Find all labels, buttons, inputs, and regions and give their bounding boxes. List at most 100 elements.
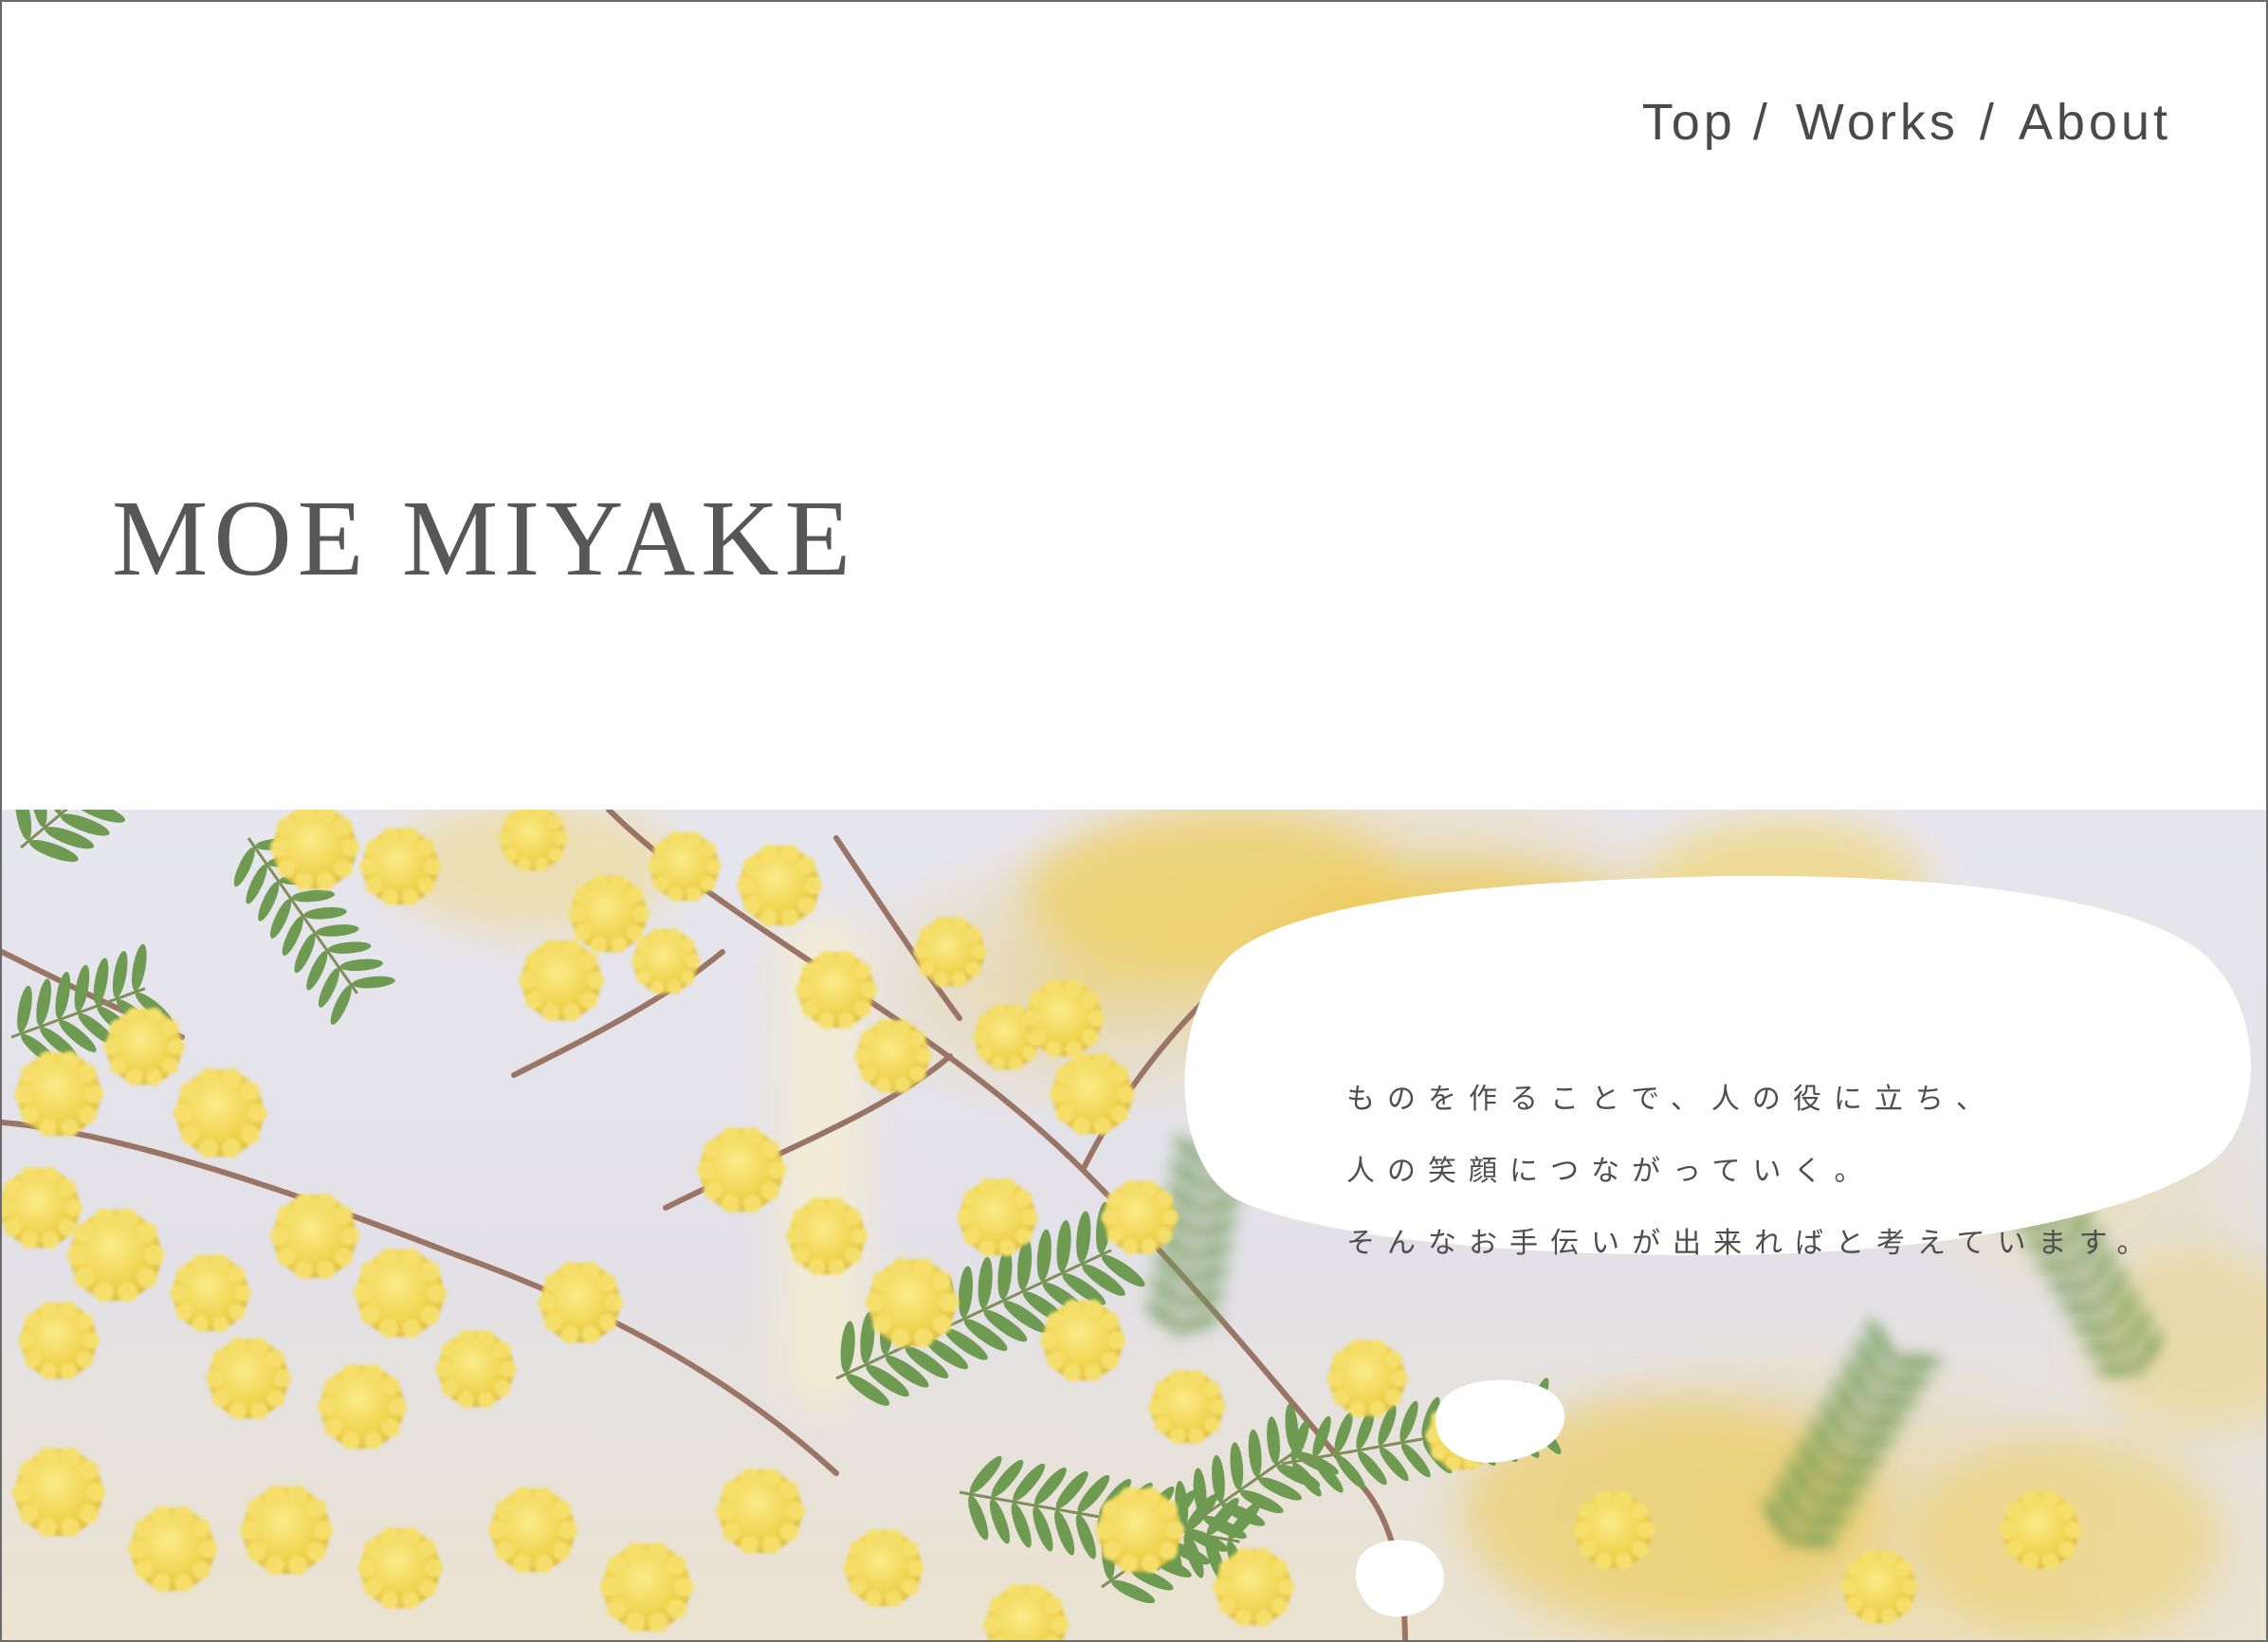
flower-fuzz xyxy=(1165,1521,1185,1540)
mimosa-flower xyxy=(357,1526,443,1610)
flower-fuzz xyxy=(1861,1608,1878,1625)
flower-fuzz xyxy=(2005,1503,2023,1520)
flower-fuzz xyxy=(58,1218,77,1237)
flower-fuzz xyxy=(239,1520,260,1541)
flower-fuzz xyxy=(872,1270,892,1291)
flower-fuzz xyxy=(704,1181,722,1200)
flower-fuzz xyxy=(269,838,289,857)
nav-about-link[interactable]: About xyxy=(2019,93,2171,152)
flower-fuzz xyxy=(779,1523,798,1542)
flower-fuzz xyxy=(562,939,581,958)
flower-fuzz xyxy=(388,1397,408,1416)
flower-fuzz xyxy=(2000,1522,2017,1539)
mimosa-flower xyxy=(631,928,701,994)
flower-fuzz xyxy=(962,1228,980,1245)
flower-fuzz xyxy=(170,1285,187,1302)
flower-fuzz xyxy=(76,1351,94,1368)
flower-fuzz xyxy=(228,1266,246,1283)
flower-fuzz xyxy=(1107,1191,1124,1208)
flower-fuzz xyxy=(860,981,877,998)
flower-fuzz xyxy=(933,916,949,932)
flower-fuzz xyxy=(3,1218,22,1237)
flower-fuzz xyxy=(625,1542,646,1561)
mimosa-flower xyxy=(170,1253,251,1333)
flower-fuzz xyxy=(632,905,649,922)
flower-fuzz xyxy=(991,1004,1006,1018)
flower-fuzz xyxy=(229,1337,247,1356)
flower-fuzz xyxy=(1101,1209,1118,1226)
flower-fuzz xyxy=(2064,1522,2081,1539)
flower-fuzz xyxy=(1188,1428,1205,1445)
flower-fuzz xyxy=(1895,1596,1912,1614)
flower-fuzz xyxy=(1203,1380,1220,1397)
flower-fuzz xyxy=(844,1247,862,1264)
flower-fuzz xyxy=(909,1066,926,1083)
flower-fuzz xyxy=(498,830,513,846)
flower-fuzz xyxy=(357,1559,375,1578)
flower-fuzz xyxy=(249,1401,268,1420)
flower-fuzz xyxy=(1119,1554,1139,1574)
flower-fuzz xyxy=(277,1206,296,1225)
flower-fuzz xyxy=(560,1261,579,1280)
flower-fuzz xyxy=(875,1077,892,1094)
hero-message-line: 人の笑顔につながっていく。 xyxy=(1346,1155,1875,1188)
flower-fuzz xyxy=(1203,1416,1220,1433)
flower-fuzz xyxy=(41,1166,60,1185)
flower-fuzz xyxy=(11,1482,32,1503)
leaflet xyxy=(352,976,395,989)
flower-fuzz xyxy=(79,1460,99,1481)
flower-fuzz xyxy=(401,1319,422,1339)
flower-fuzz xyxy=(890,1328,911,1348)
flower-fuzz xyxy=(1045,1040,1063,1058)
page: Top / Works / About MOE MIYAKE ものを作ることで、… xyxy=(0,0,2268,1642)
flower-fuzz xyxy=(581,1261,600,1280)
flower-fuzz xyxy=(1046,1351,1065,1370)
flower-fuzz xyxy=(425,1559,443,1578)
flower-fuzz xyxy=(1156,1191,1173,1208)
nav-top-link[interactable]: Top xyxy=(1642,93,1736,152)
flower-fuzz xyxy=(1169,1428,1186,1445)
flower-fuzz xyxy=(786,1228,803,1245)
flower-fuzz xyxy=(240,1081,260,1102)
flower-fuzz xyxy=(118,1208,138,1229)
flower-fuzz xyxy=(1348,1400,1366,1418)
flower-fuzz xyxy=(363,1431,383,1450)
flower-fuzz xyxy=(19,1460,39,1481)
flower-fuzz xyxy=(865,1528,883,1546)
flower-fuzz xyxy=(1861,1549,1878,1566)
flower-fuzz xyxy=(1021,1209,1038,1226)
leaflet xyxy=(36,978,51,1026)
leaflet xyxy=(131,943,147,992)
flower-fuzz xyxy=(287,1485,308,1505)
flower-fuzz xyxy=(1081,1029,1099,1046)
flower-fuzz xyxy=(1027,1583,1046,1602)
flower-fuzz xyxy=(1015,1228,1033,1245)
nav-works-link[interactable]: Works xyxy=(1796,93,1959,152)
mimosa-flower xyxy=(2,1166,82,1250)
leaflet xyxy=(1859,1414,1908,1429)
flower-fuzz xyxy=(168,1038,185,1055)
flower-fuzz xyxy=(828,1196,846,1214)
flower-fuzz xyxy=(648,1542,668,1561)
mimosa-flower xyxy=(66,1208,165,1303)
flower-fuzz xyxy=(668,886,684,903)
flower-fuzz xyxy=(901,1541,919,1558)
flower-fuzz xyxy=(1254,1547,1272,1565)
flower-fuzz xyxy=(626,886,644,903)
flower-fuzz xyxy=(1332,1351,1350,1368)
main-nav: Top / Works / About xyxy=(1642,93,2171,152)
flower-fuzz xyxy=(965,927,981,942)
flower-fuzz xyxy=(1141,1487,1161,1506)
mimosa-flower xyxy=(206,1337,291,1420)
flower-fuzz xyxy=(1445,1455,1461,1471)
flower-fuzz xyxy=(1084,1363,1103,1382)
leaflet xyxy=(1267,1416,1280,1465)
flower-fuzz xyxy=(192,1560,210,1579)
flower-fuzz xyxy=(590,936,608,954)
flower-fuzz xyxy=(137,1268,157,1288)
flower-fuzz xyxy=(1154,1380,1171,1397)
flower-fuzz xyxy=(2058,1541,2076,1558)
flower-fuzz xyxy=(487,1521,507,1540)
leaflet xyxy=(1036,1229,1052,1282)
leaflet xyxy=(1871,1396,1919,1409)
